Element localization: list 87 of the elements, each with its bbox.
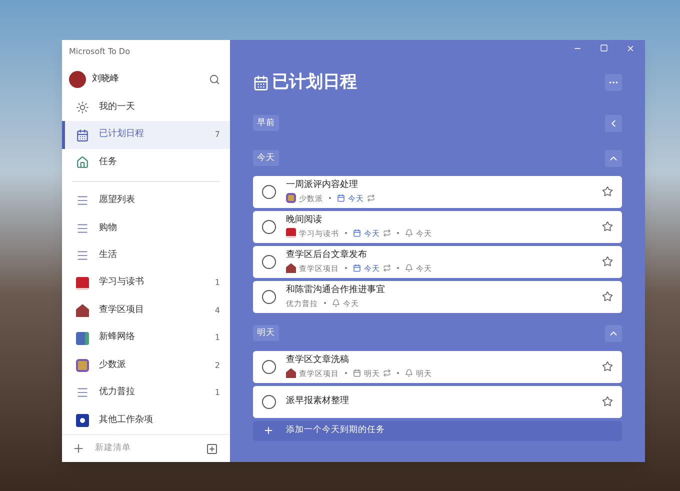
new-group-icon[interactable] <box>206 442 218 455</box>
sidebar-item[interactable]: 购物 <box>62 214 230 242</box>
complete-checkbox[interactable] <box>262 184 276 198</box>
window-title: Microsoft To Do <box>68 46 131 58</box>
task-title: 派早报素材整理 <box>286 394 350 408</box>
item-count: 7 <box>214 129 220 142</box>
star-icon[interactable] <box>602 361 613 372</box>
add-icon <box>263 425 274 436</box>
task-title: 和陈雷沟通合作推进事宜 <box>286 284 386 298</box>
sidebar-item[interactable]: 少数派 2 <box>62 352 230 380</box>
sidebar-item-label: 已计划日程 <box>99 128 145 142</box>
building-icon <box>76 304 89 318</box>
bell-icon <box>405 229 413 238</box>
sidebar-item[interactable]: 其他工作杂项 <box>62 406 230 434</box>
sidebar-item-label: 购物 <box>99 222 118 235</box>
sidebar-item[interactable]: 我的一天 <box>62 94 230 122</box>
bell-icon <box>405 264 413 272</box>
complete-checkbox[interactable] <box>262 254 276 268</box>
add-task-bar[interactable]: 添加一个今天到期的任务 <box>253 420 622 441</box>
complete-checkbox[interactable] <box>262 394 276 408</box>
star-icon[interactable] <box>602 221 613 232</box>
complete-checkbox[interactable] <box>262 220 276 234</box>
bell-icon <box>405 369 413 378</box>
complete-checkbox[interactable] <box>262 290 276 304</box>
calendar-icon <box>253 74 269 91</box>
complete-checkbox[interactable] <box>262 360 276 374</box>
avatar <box>69 71 86 88</box>
item-count: 2 <box>214 360 220 372</box>
star-icon[interactable] <box>602 396 613 407</box>
sidebar-item[interactable]: 已计划日程 7 <box>62 121 230 149</box>
list-icon <box>76 249 89 262</box>
sidebar-item-label: 学习与读书 <box>99 276 145 290</box>
collapse-button[interactable] <box>605 324 622 342</box>
item-count: 1 <box>214 332 220 344</box>
item-count: 1 <box>214 386 220 399</box>
list-icon <box>76 386 89 400</box>
calendar-icon <box>353 369 361 378</box>
task-title: 一周派评内容处理 <box>286 179 359 192</box>
sidebar-item-label: 任务 <box>99 156 118 169</box>
task-title: 晚间阅读 <box>286 214 323 228</box>
sun-icon <box>76 101 89 114</box>
sidebar-item-label: 查学区项目 <box>99 304 145 317</box>
add-icon[interactable] <box>72 442 85 456</box>
sidebar-item[interactable]: 新蜂网络 1 <box>62 324 230 352</box>
collapse-button[interactable] <box>605 150 622 166</box>
list-icon <box>76 194 89 208</box>
star-icon[interactable] <box>602 291 613 302</box>
sidebar-item[interactable]: 查学区项目 4 <box>62 296 230 324</box>
book-icon <box>76 276 89 290</box>
sidebar-item[interactable]: 愿望列表 <box>62 187 230 215</box>
book-icon <box>286 228 296 238</box>
close-icon[interactable] <box>626 44 635 53</box>
sidebar-item-label: 优力普拉 <box>99 386 136 400</box>
folder-icon <box>76 332 89 345</box>
collapse-button[interactable] <box>605 114 622 132</box>
calendar-icon <box>337 194 345 202</box>
bell-icon <box>332 299 340 308</box>
sidebar-item-label: 少数派 <box>99 358 127 372</box>
page-title: 已计划日程 <box>272 71 358 94</box>
sidebar-item-label: 生活 <box>99 249 118 262</box>
add-task-label: 添加一个今天到期的任务 <box>286 424 385 438</box>
sidebar-item[interactable]: 学习与读书 1 <box>62 270 230 297</box>
sidebar-item[interactable]: 优力普拉 1 <box>62 379 230 407</box>
more-button[interactable] <box>605 74 622 92</box>
sidebar-item-label: 新蜂网络 <box>99 331 136 344</box>
star-icon[interactable] <box>602 186 613 197</box>
building-icon <box>286 368 296 378</box>
calendar-icon <box>76 128 89 142</box>
task-title: 查学区后台文章发布 <box>286 249 368 262</box>
task-title: 查学区文章洗稿 <box>286 354 350 368</box>
sidebar-item-label: 我的一天 <box>99 100 136 114</box>
building-icon <box>286 263 296 274</box>
star-icon[interactable] <box>602 256 613 267</box>
home-icon <box>76 156 89 169</box>
maximize-icon[interactable] <box>600 44 608 52</box>
calendar-icon <box>353 264 361 272</box>
list-icon <box>76 222 89 235</box>
item-count: 4 <box>214 304 220 317</box>
sidebar-item[interactable]: 生活 <box>62 242 230 270</box>
sidebar-item-label: 其他工作杂项 <box>99 414 154 427</box>
item-count: 1 <box>214 277 220 290</box>
user-name: 刘晓峰 <box>92 73 120 86</box>
sidebar-item-label: 愿望列表 <box>99 194 136 208</box>
search-icon[interactable] <box>209 74 220 86</box>
sidebar-item[interactable]: 任务 <box>62 148 230 176</box>
calendar-icon <box>353 229 361 238</box>
task-card[interactable]: 派早报素材整理 <box>253 386 622 418</box>
